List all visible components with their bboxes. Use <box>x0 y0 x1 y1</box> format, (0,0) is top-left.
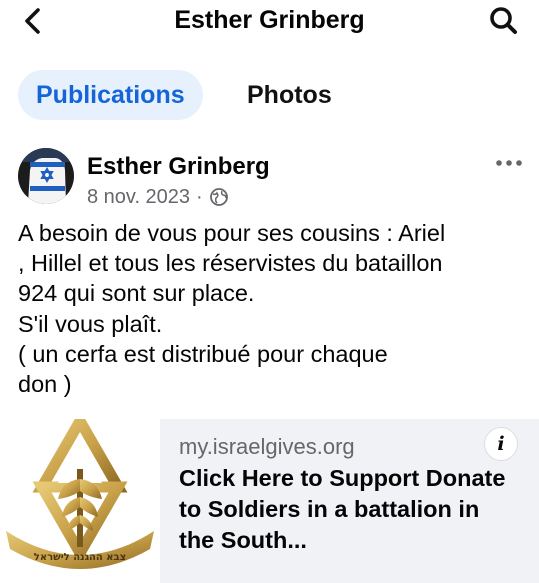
tab-publications[interactable]: Publications <box>18 70 203 120</box>
more-options-button[interactable] <box>492 152 526 174</box>
idf-emblem-image: צבא ההגנה לישראל <box>6 419 154 569</box>
link-preview-card[interactable]: צבא ההגנה לישראל my.israelgives.org Clic… <box>0 419 539 583</box>
post-author[interactable]: Esther Grinberg <box>87 152 270 182</box>
emblem-caption: צבא ההגנה לישראל <box>34 552 126 563</box>
search-button[interactable] <box>484 3 524 39</box>
meta-separator: · <box>196 186 203 208</box>
ad-domain: my.israelgives.org <box>179 434 355 459</box>
info-icon: i <box>497 433 505 455</box>
page-title: Esther Grinberg <box>174 6 365 34</box>
post-meta: 8 nov. 2023 · <box>87 184 229 210</box>
avatar-image <box>18 148 74 204</box>
post-header: Esther Grinberg 8 nov. 2023 · <box>0 138 539 218</box>
ad-headline[interactable]: Click Here to Support Donate to Soldiers… <box>179 463 519 556</box>
avatar[interactable] <box>18 148 74 204</box>
post-date[interactable]: 8 nov. 2023 <box>87 184 190 210</box>
info-button[interactable]: i <box>484 427 518 461</box>
more-horizontal-icon <box>496 160 522 166</box>
top-bar: Esther Grinberg <box>0 0 539 42</box>
search-icon <box>490 7 517 34</box>
globe-icon <box>209 187 229 207</box>
tab-photos[interactable]: Photos <box>247 70 332 120</box>
profile-tabs: Publications Photos <box>0 66 539 122</box>
ad-image[interactable]: צבא ההגנה לישראל <box>0 419 160 583</box>
post-text: A besoin de vous pour ses cousins : Arie… <box>18 220 446 398</box>
